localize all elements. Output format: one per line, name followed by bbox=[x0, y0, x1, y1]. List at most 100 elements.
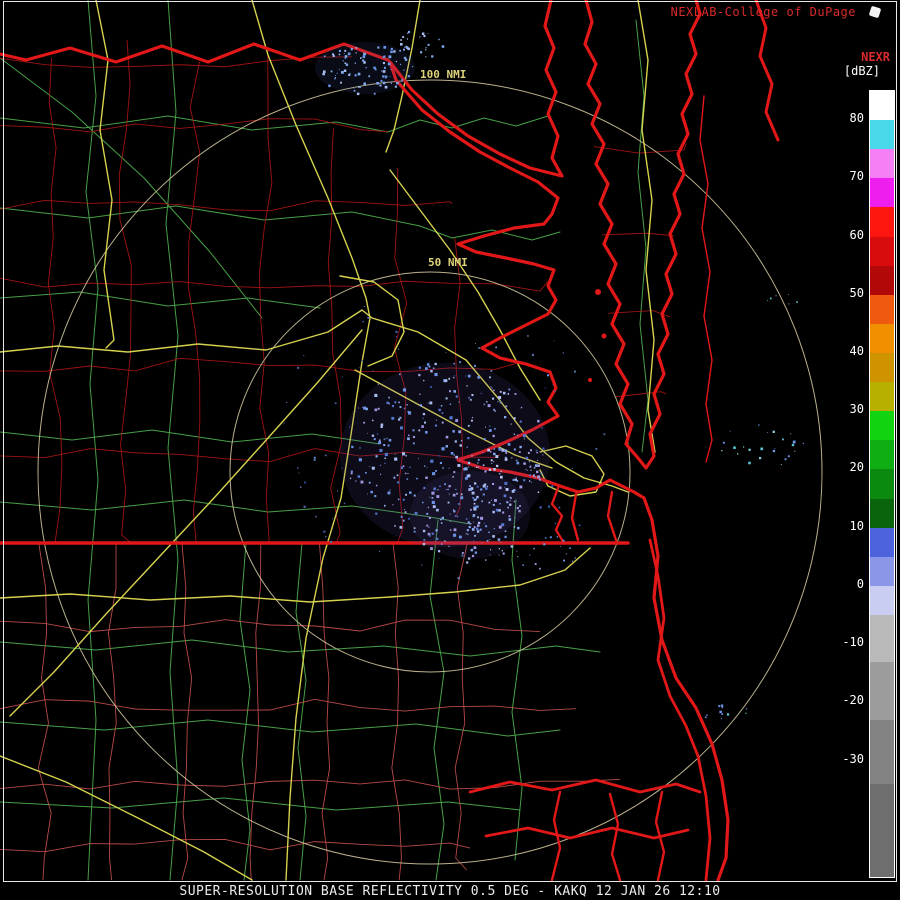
echo-pixel bbox=[492, 482, 495, 485]
echo-pixel bbox=[358, 407, 359, 409]
echo-pixel bbox=[338, 49, 341, 52]
echo-pixel bbox=[467, 521, 470, 524]
echo-pixel bbox=[382, 75, 385, 78]
bay-island bbox=[595, 289, 601, 295]
echo-pixel bbox=[518, 510, 521, 513]
echo-pixel bbox=[498, 548, 500, 550]
echo-pixel bbox=[537, 475, 541, 479]
echo-pixel bbox=[480, 392, 482, 395]
echo-pixel bbox=[335, 77, 336, 78]
echo-pixel bbox=[344, 55, 348, 58]
echo-pixel bbox=[490, 549, 492, 551]
echo-pixel bbox=[343, 53, 345, 54]
echo-pixel bbox=[745, 708, 748, 710]
echo-pixel bbox=[471, 416, 474, 419]
echo-pixel bbox=[408, 517, 410, 520]
echo-pixel bbox=[472, 497, 474, 499]
echo-pixel bbox=[454, 515, 457, 517]
colorbar-segment bbox=[870, 353, 894, 383]
echo-pixel bbox=[377, 407, 380, 410]
echo-pixel bbox=[431, 500, 435, 504]
echo-pixel bbox=[498, 486, 502, 490]
echo-pixel bbox=[748, 448, 751, 451]
echo-pixel bbox=[407, 437, 410, 441]
echo-pixel bbox=[394, 401, 397, 404]
echo-pixel bbox=[363, 421, 365, 424]
echo-pixel bbox=[459, 459, 461, 461]
echo-pixel bbox=[495, 508, 499, 512]
echo-pixel bbox=[796, 301, 798, 303]
echo-pixel bbox=[408, 411, 412, 415]
echo-pixel bbox=[379, 551, 381, 552]
echo-pixel bbox=[440, 522, 443, 524]
echo-pixel bbox=[794, 450, 796, 452]
echo-pixel bbox=[465, 533, 467, 535]
echo-pixel bbox=[412, 442, 415, 445]
echo-pixel bbox=[509, 503, 512, 506]
echo-pixel bbox=[457, 577, 460, 580]
echo-pixel bbox=[400, 426, 403, 430]
echo-pixel bbox=[496, 464, 499, 468]
echo-pixel bbox=[507, 443, 511, 446]
echo-pixel bbox=[412, 435, 415, 438]
echo-pixel bbox=[398, 348, 400, 350]
echo-pixel bbox=[493, 461, 495, 463]
echo-pixel bbox=[500, 475, 503, 479]
echo-pixel bbox=[380, 79, 383, 82]
colorbar-segment bbox=[870, 661, 894, 720]
echo-pixel bbox=[760, 447, 764, 451]
echo-pixel bbox=[430, 386, 432, 388]
echo-pixel bbox=[442, 467, 444, 469]
echo-pixel bbox=[448, 467, 450, 469]
echo-pixel bbox=[767, 299, 769, 301]
echo-pixel bbox=[378, 441, 382, 445]
echo-pixel bbox=[449, 513, 451, 515]
echo-pixel bbox=[470, 508, 472, 511]
echo-pixel bbox=[475, 343, 477, 345]
echo-pixel bbox=[440, 405, 443, 407]
echo-pixel bbox=[494, 499, 497, 502]
echo-pixel bbox=[504, 535, 507, 538]
echo-pixel bbox=[459, 444, 462, 447]
echo-pixel bbox=[517, 526, 520, 530]
echo-pixel bbox=[486, 401, 488, 403]
echo-pixel bbox=[485, 487, 488, 490]
echo-pixel bbox=[474, 364, 476, 367]
echo-pixel bbox=[357, 72, 361, 76]
echo-pixel bbox=[509, 500, 511, 502]
echo-pixel bbox=[402, 452, 406, 456]
echo-pixel bbox=[528, 461, 530, 463]
echo-pixel bbox=[386, 437, 388, 439]
echo-pixel bbox=[487, 448, 490, 452]
echo-pixel bbox=[421, 425, 424, 428]
echo-pixel bbox=[721, 450, 723, 452]
echo-pixel bbox=[332, 518, 334, 520]
echo-pixel bbox=[493, 448, 496, 450]
echo-pixel bbox=[537, 459, 539, 461]
colorbar-segment bbox=[870, 382, 894, 412]
echo-pixel bbox=[453, 471, 456, 474]
echo-pixel bbox=[404, 509, 406, 511]
echo-pixel bbox=[428, 526, 430, 528]
echo-pixel bbox=[511, 457, 513, 459]
echo-pixel bbox=[445, 445, 448, 448]
echo-pixel bbox=[569, 547, 571, 549]
echo-pixel bbox=[376, 433, 379, 435]
echo-pixel bbox=[333, 54, 335, 56]
radar-viewer: 100 NMI 50 NMI NEXLAB-College of DuPage … bbox=[0, 0, 900, 900]
colorbar-tick-label: -20 bbox=[842, 693, 864, 708]
colorbar-title: NEXR bbox=[861, 50, 890, 64]
echo-pixel bbox=[460, 493, 463, 496]
echo-pixel bbox=[384, 457, 386, 459]
echo-pixel bbox=[388, 55, 392, 59]
echo-pixel bbox=[467, 374, 471, 378]
echo-pixel bbox=[405, 455, 407, 457]
echo-pixel bbox=[394, 85, 397, 88]
echo-pixel bbox=[427, 506, 429, 509]
echo-pixel bbox=[537, 464, 540, 467]
echo-pixel bbox=[407, 473, 409, 474]
echo-pixel bbox=[481, 500, 483, 503]
echo-pixel bbox=[457, 464, 461, 467]
echo-pixel bbox=[491, 462, 493, 464]
echo-pixel bbox=[493, 452, 496, 456]
